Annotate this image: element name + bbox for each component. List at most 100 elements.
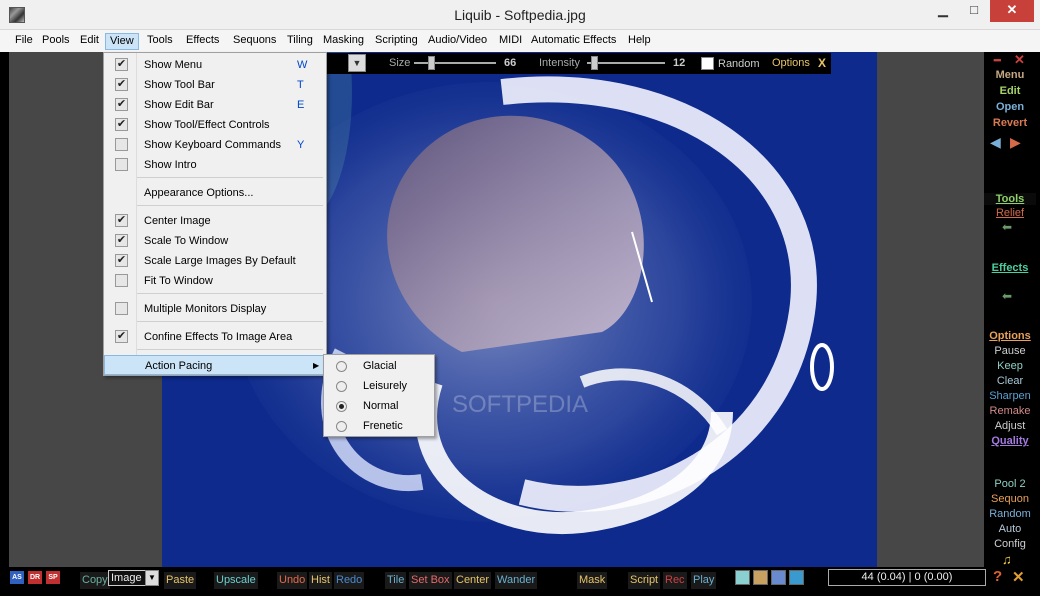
panel-keep-button[interactable]: Keep [984, 360, 1036, 372]
set-box-button[interactable]: Set Box [409, 572, 452, 589]
menu-item-show-tool-effect-controls[interactable]: ✔ Show Tool/Effect Controls [104, 115, 326, 135]
tools-back-arrow-icon[interactable]: ⬅ [1002, 220, 1012, 234]
tools-cross-icon[interactable]: ✕ [1012, 568, 1025, 586]
panel-adjust-button[interactable]: Adjust [984, 420, 1036, 432]
menu-scripting[interactable]: Scripting [371, 33, 422, 50]
redo-button[interactable]: Redo [334, 572, 365, 589]
panel-quality-button[interactable]: Quality [984, 435, 1036, 447]
panel-revert-button[interactable]: Revert [984, 117, 1036, 129]
diamond-icon[interactable] [789, 570, 804, 585]
vid-drfts-icon[interactable] [771, 570, 786, 585]
checkbox[interactable] [115, 158, 128, 171]
film-icon[interactable] [735, 570, 750, 585]
music-icon[interactable]: ♫ [1002, 552, 1012, 567]
menu-edit[interactable]: Edit [76, 33, 103, 50]
menu-effects[interactable]: Effects [182, 33, 223, 50]
radio-button[interactable] [336, 361, 347, 372]
hist-button[interactable]: Hist [309, 572, 332, 589]
menu-item-multiple-monitors-display[interactable]: Multiple Monitors Display [104, 299, 326, 319]
size-slider-thumb[interactable] [428, 56, 435, 70]
undo-button[interactable]: Undo [277, 572, 308, 589]
radio-button[interactable] [336, 381, 347, 392]
options-link[interactable]: Options [772, 57, 810, 69]
close-panel-icon[interactable]: ✕ [1014, 52, 1025, 68]
panel-clear-button[interactable]: Clear [984, 375, 1036, 387]
menu-item-show-menu[interactable]: ✔ Show Menu W [104, 55, 326, 75]
close-button[interactable]: ✕ [990, 0, 1034, 22]
menu-item-show-tool-bar[interactable]: ✔ Show Tool Bar T [104, 75, 326, 95]
menu-item-show-edit-bar[interactable]: ✔ Show Edit Bar E [104, 95, 326, 115]
menu-masking[interactable]: Masking [319, 33, 368, 50]
picture-icon[interactable] [753, 570, 768, 585]
pacing-option-glacial[interactable]: Glacial [324, 356, 434, 376]
pacing-option-normal[interactable]: Normal [324, 396, 434, 416]
menu-tools[interactable]: Tools [143, 33, 177, 50]
panel-edit-button[interactable]: Edit [984, 85, 1036, 97]
menu-item-show-keyboard-commands[interactable]: Show Keyboard Commands Y [104, 135, 326, 155]
checkbox[interactable]: ✔ [115, 98, 128, 111]
menu-view[interactable]: View [105, 33, 139, 50]
pacing-option-leisurely[interactable]: Leisurely [324, 376, 434, 396]
script-button[interactable]: Script [628, 572, 661, 589]
radio-button[interactable] [336, 401, 347, 412]
panel-sequon-button[interactable]: Sequon [984, 493, 1036, 505]
intensity-slider[interactable] [587, 56, 665, 70]
badge-sp-icon[interactable]: SP [46, 571, 60, 584]
paste-button[interactable]: Paste [164, 572, 197, 589]
center-button[interactable]: Center [454, 572, 492, 589]
badge-as-icon[interactable]: AS [10, 571, 24, 584]
menu-sequons[interactable]: Sequons [229, 33, 280, 50]
menu-help[interactable]: Help [624, 33, 655, 50]
maximize-button[interactable]: □ [959, 0, 989, 22]
effects-button[interactable]: Effects [984, 262, 1036, 274]
panel-menu-button[interactable]: Menu [984, 69, 1036, 81]
panel-pause-button[interactable]: Pause [984, 345, 1036, 357]
rec-button[interactable]: Rec [663, 572, 687, 589]
pacing-option-frenetic[interactable]: Frenetic [324, 416, 434, 436]
checkbox[interactable]: ✔ [115, 330, 128, 343]
tile-button[interactable]: Tile [385, 572, 407, 589]
intensity-slider-thumb[interactable] [591, 56, 598, 70]
menu-pools[interactable]: Pools [38, 33, 74, 50]
panel-pool-2-button[interactable]: Pool 2 [984, 478, 1036, 490]
menu-item-center-image[interactable]: ✔ Center Image [104, 211, 326, 231]
menu-file[interactable]: File [11, 33, 37, 50]
panel-options-button[interactable]: Options [984, 330, 1036, 342]
checkbox[interactable] [115, 138, 128, 151]
upscale-button[interactable]: Upscale [214, 572, 258, 589]
right-arrow-icon[interactable]: ▶ [1010, 134, 1021, 151]
checkbox[interactable] [115, 274, 128, 287]
menu-tiling[interactable]: Tiling [283, 33, 317, 50]
menu-item-scale-to-window[interactable]: ✔ Scale To Window [104, 231, 326, 251]
random-checkbox[interactable] [701, 57, 714, 70]
size-slider[interactable] [414, 56, 496, 70]
menu-item-confine-effects-to-image-area[interactable]: ✔ Confine Effects To Image Area [104, 327, 326, 347]
relief-button[interactable]: Relief [984, 207, 1036, 219]
help-icon[interactable]: ? [993, 568, 1002, 585]
radio-button[interactable] [336, 421, 347, 432]
menu-midi[interactable]: MIDI [495, 33, 526, 50]
checkbox[interactable]: ✔ [115, 234, 128, 247]
menu-item-fit-to-window[interactable]: Fit To Window [104, 271, 326, 291]
effects-back-arrow-icon[interactable]: ⬅ [1002, 289, 1012, 303]
copy-button[interactable]: Copy [80, 572, 110, 589]
image-source-select[interactable]: Image [108, 570, 146, 586]
play-button[interactable]: Play [691, 572, 717, 589]
badge-dr-icon[interactable]: DR [28, 571, 42, 584]
controls-close-button[interactable]: X [818, 56, 826, 70]
panel-auto-button[interactable]: Auto [984, 523, 1036, 535]
panel-config-button[interactable]: Config [984, 538, 1036, 550]
minimize-button[interactable]: ▁ [928, 0, 958, 22]
panel-sharpen-button[interactable]: Sharpen [984, 390, 1036, 402]
panel-open-button[interactable]: Open [984, 101, 1036, 113]
checkbox[interactable]: ✔ [115, 78, 128, 91]
checkbox[interactable]: ✔ [115, 214, 128, 227]
menu-audio-video[interactable]: Audio/Video [424, 33, 491, 50]
menu-item-scale-large-images-by-default[interactable]: ✔ Scale Large Images By Default [104, 251, 326, 271]
menu-item-appearance-options[interactable]: Appearance Options... [104, 183, 326, 203]
menu-item-show-intro[interactable]: Show Intro [104, 155, 326, 175]
menu-item-action-pacing[interactable]: Action Pacing ▶ [104, 355, 326, 375]
combo-dropdown-button[interactable]: ▼ [348, 54, 366, 72]
tools-button[interactable]: Tools [984, 193, 1036, 205]
wander-button[interactable]: Wander [495, 572, 538, 589]
